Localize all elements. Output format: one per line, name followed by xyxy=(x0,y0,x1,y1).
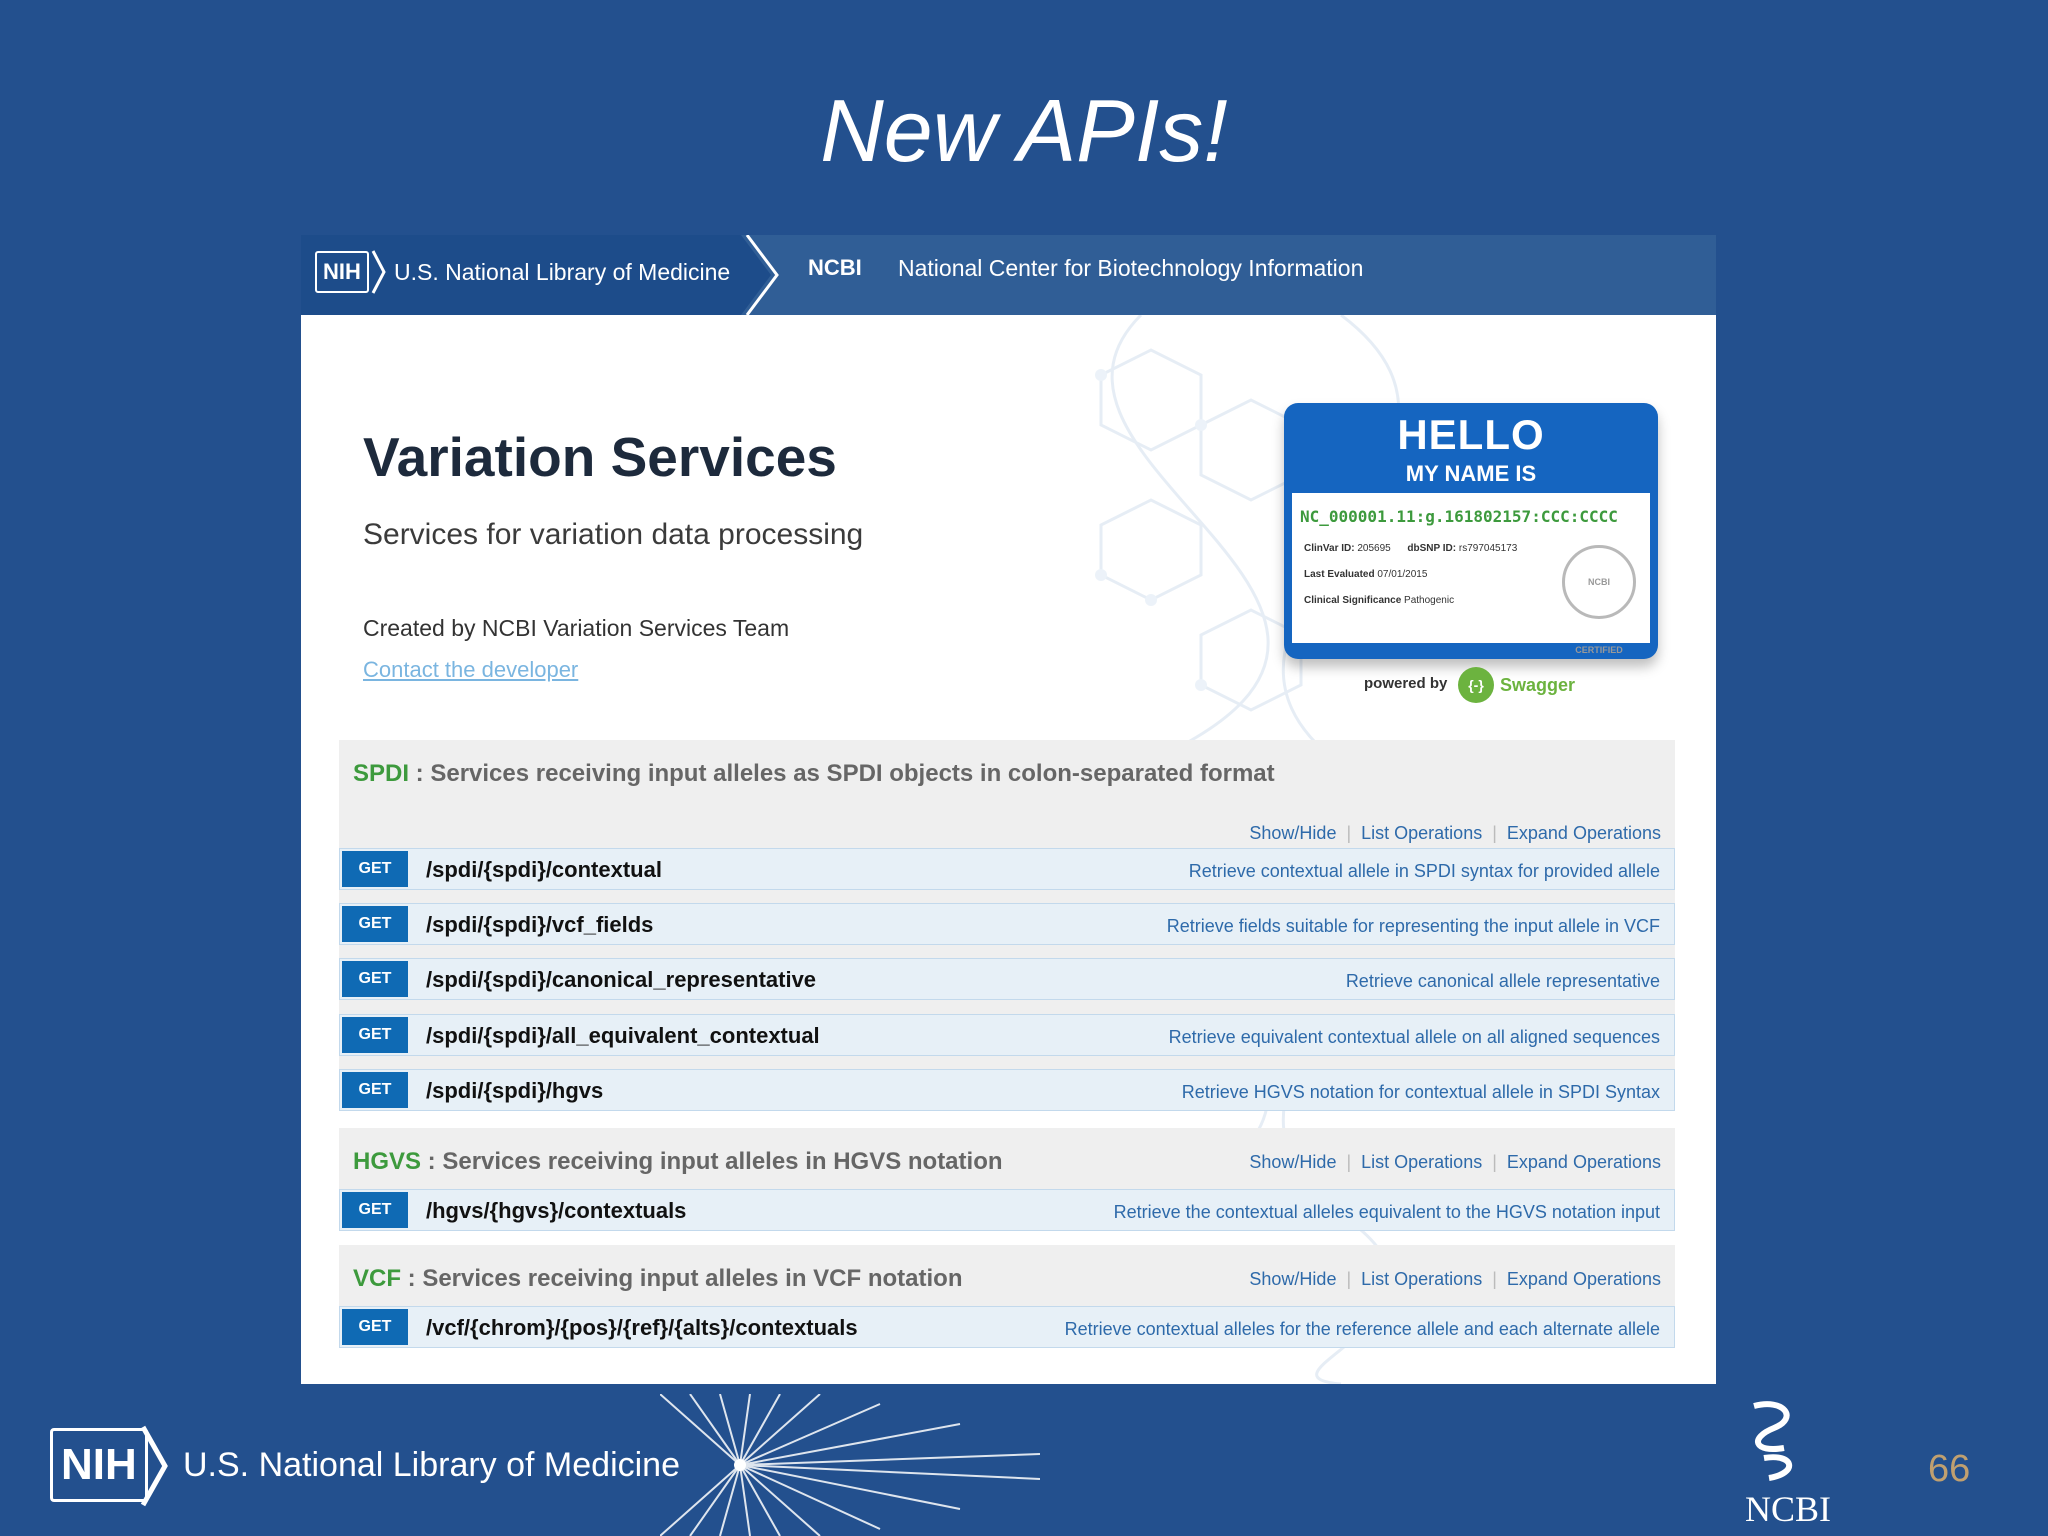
powered-by-label: powered by xyxy=(1364,675,1448,692)
last-evaluated-row: Last Evaluated 07/01/2015 xyxy=(1304,569,1427,580)
operation-row[interactable]: GET /spdi/{spdi}/all_equivalent_contextu… xyxy=(339,1014,1675,1056)
last-evaluated-value: 07/01/2015 xyxy=(1377,569,1428,580)
operation-row[interactable]: GET /spdi/{spdi}/vcf_fields Retrieve fie… xyxy=(339,903,1675,945)
group-ops-links: Show/Hide | List Operations | Expand Operati… xyxy=(1249,1269,1661,1289)
operation-row[interactable]: GET /spdi/{spdi}/canonical_representativ… xyxy=(339,958,1675,1000)
footer-nlm-text: U.S. National Library of Medicine xyxy=(183,1446,681,1484)
expand-operations-link[interactable]: Expand Operations xyxy=(1507,1152,1661,1172)
group-title: : Services receiving input alleles in VC… xyxy=(401,1265,963,1292)
group-ops-links: Show/Hide | List Operations | Expand Operati… xyxy=(1249,823,1661,843)
group-tag: VCF xyxy=(353,1265,401,1292)
operation-description[interactable]: Retrieve contextual allele in SPDI synta… xyxy=(1189,861,1660,882)
operation-description[interactable]: Retrieve HGVS notation for contextual al… xyxy=(1182,1082,1660,1103)
swagger-logo-icon: {-} xyxy=(1458,667,1494,703)
api-screenshot: NIH U.S. National Library of Medicine NC… xyxy=(301,235,1716,1384)
group-tag: HGVS xyxy=(353,1148,422,1175)
get-method-badge[interactable]: GET xyxy=(342,1072,408,1108)
page-number: 66 xyxy=(1928,1448,1971,1490)
nih-logo[interactable]: NIH xyxy=(315,251,369,293)
clinical-significance-value: Pathogenic xyxy=(1404,595,1455,606)
operation-row[interactable]: GET /spdi/{spdi}/contextual Retrieve con… xyxy=(339,848,1675,890)
clinvar-label: ClinVar ID: xyxy=(1304,543,1355,554)
clinical-significance-row: Clinical Significance Pathogenic xyxy=(1304,595,1454,606)
ncbi-certified-seal-icon: NCBI CERTIFIED xyxy=(1562,545,1636,655)
operation-description[interactable]: Retrieve fields suitable for representin… xyxy=(1167,916,1660,937)
footer-nih-arrow-icon xyxy=(140,1425,168,1507)
get-method-badge[interactable]: GET xyxy=(342,961,408,997)
ncbi-link[interactable]: NCBI xyxy=(808,255,862,281)
show-hide-link[interactable]: Show/Hide xyxy=(1249,1269,1336,1289)
operation-path[interactable]: /spdi/{spdi}/canonical_representative xyxy=(426,967,816,993)
clinvar-value: 205695 xyxy=(1357,543,1391,554)
footer-ncbi-label: NCBI xyxy=(1745,1489,1832,1529)
operation-path[interactable]: /spdi/{spdi}/hgvs xyxy=(426,1078,603,1104)
ncbi-helix-logo-icon xyxy=(1753,1401,1792,1481)
service-created-by: Created by NCBI Variation Services Team xyxy=(363,615,790,641)
list-operations-link[interactable]: List Operations xyxy=(1361,823,1482,843)
operation-description[interactable]: Retrieve canonical allele representative xyxy=(1346,971,1660,992)
group-title: : Services receiving input alleles in HG… xyxy=(421,1148,1003,1175)
operation-row[interactable]: GET /spdi/{spdi}/hgvs Retrieve HGVS nota… xyxy=(339,1069,1675,1111)
get-method-badge[interactable]: GET xyxy=(342,851,408,887)
operation-path[interactable]: /spdi/{spdi}/all_equivalent_contextual xyxy=(426,1023,820,1049)
operation-description[interactable]: Retrieve the contextual alleles equivale… xyxy=(1114,1202,1660,1223)
service-title: Variation Services xyxy=(363,426,837,488)
expand-operations-link[interactable]: Expand Operations xyxy=(1507,1269,1661,1289)
show-hide-link[interactable]: Show/Hide xyxy=(1249,1152,1336,1172)
expand-operations-link[interactable]: Expand Operations xyxy=(1507,823,1661,843)
ncbi-fullname: National Center for Biotechnology Inform… xyxy=(898,255,1364,281)
nlm-link[interactable]: U.S. National Library of Medicine xyxy=(394,259,730,286)
hello-subheading: MY NAME IS xyxy=(1405,461,1537,486)
get-method-badge[interactable]: GET xyxy=(342,1309,408,1345)
starburst-graphic xyxy=(660,1394,1040,1536)
dbsnp-label: dbSNP ID: xyxy=(1407,543,1457,554)
footer-nih-logo: NIH xyxy=(50,1428,148,1502)
group-heading[interactable]: VCF : Services receiving input alleles i… xyxy=(353,1265,962,1293)
slide-title: New APIs! xyxy=(820,81,1228,180)
contact-developer-link[interactable]: Contact the developer xyxy=(363,657,578,683)
list-operations-link[interactable]: List Operations xyxy=(1361,1152,1482,1172)
hello-card: NC_000001.11:g.161802157:CCC:CCCC ClinVa… xyxy=(1292,493,1650,655)
dbsnp-value: rs797045173 xyxy=(1458,543,1518,554)
last-evaluated-label: Last Evaluated xyxy=(1304,569,1375,580)
get-method-badge[interactable]: GET xyxy=(342,1017,408,1053)
group-heading[interactable]: HGVS : Services receiving input alleles … xyxy=(353,1148,1003,1176)
operation-row[interactable]: GET /hgvs/{hgvs}/contextuals Retrieve th… xyxy=(339,1189,1675,1231)
operation-description[interactable]: Retrieve contextual alleles for the refe… xyxy=(1065,1319,1660,1340)
get-method-badge[interactable]: GET xyxy=(342,1192,408,1228)
group-heading[interactable]: SPDI : Services receiving input alleles … xyxy=(353,760,1275,788)
group-title: : Services receiving input alleles as SP… xyxy=(409,760,1275,787)
breadcrumb-chevron-icon xyxy=(741,235,779,315)
hello-heading: HELLO xyxy=(1397,411,1545,458)
group-tag: SPDI xyxy=(353,760,410,787)
nlm-header-bar: NIH U.S. National Library of Medicine NC… xyxy=(301,235,1716,315)
nih-arrow-icon xyxy=(371,250,386,294)
operation-row[interactable]: GET /vcf/{chrom}/{pos}/{ref}/{alts}/cont… xyxy=(339,1306,1675,1348)
hello-name-badge: HELLO MY NAME IS NC_000001.11:g.16180215… xyxy=(1284,403,1658,659)
list-operations-link[interactable]: List Operations xyxy=(1361,1269,1482,1289)
variant-identifier: NC_000001.11:g.161802157:CCC:CCCC xyxy=(1300,507,1618,526)
show-hide-link[interactable]: Show/Hide xyxy=(1249,823,1336,843)
swagger-brand[interactable]: Swagger xyxy=(1500,675,1575,696)
operation-path[interactable]: /spdi/{spdi}/contextual xyxy=(426,857,662,883)
operation-path[interactable]: /hgvs/{hgvs}/contextuals xyxy=(426,1198,686,1224)
operation-path[interactable]: /vcf/{chrom}/{pos}/{ref}/{alts}/contextu… xyxy=(426,1315,858,1341)
group-ops-links: Show/Hide | List Operations | Expand Operati… xyxy=(1249,1152,1661,1172)
clinical-significance-label: Clinical Significance xyxy=(1304,595,1402,606)
clinvar-row: ClinVar ID: 205695 dbSNP ID: rs797045173 xyxy=(1304,543,1517,554)
operation-description[interactable]: Retrieve equivalent contextual allele on… xyxy=(1169,1027,1660,1048)
operation-path[interactable]: /spdi/{spdi}/vcf_fields xyxy=(426,912,653,938)
get-method-badge[interactable]: GET xyxy=(342,906,408,942)
service-description: Services for variation data processing xyxy=(363,518,864,551)
